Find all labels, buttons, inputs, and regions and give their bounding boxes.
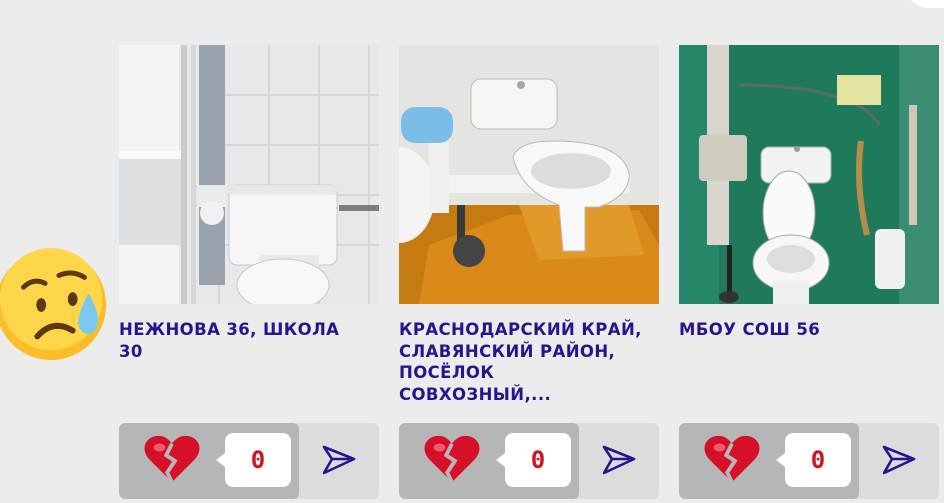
share-button[interactable] (579, 423, 659, 499)
send-icon (882, 445, 916, 475)
reaction-count: 0 (530, 446, 546, 474)
toilet-photo[interactable] (119, 45, 379, 304)
corner-panel (905, 0, 944, 8)
toilet-photo[interactable] (399, 45, 659, 304)
listing-card[interactable]: НЕЖНОВА 36, ШКОЛА 30 0 (119, 45, 379, 500)
reaction-count-box: 0 (496, 433, 571, 487)
card-actions: 0 (399, 423, 659, 499)
send-icon (602, 445, 636, 475)
share-button[interactable] (859, 423, 939, 499)
broken-heart-icon (704, 435, 760, 484)
reaction-count: 0 (810, 446, 826, 474)
share-button[interactable] (299, 423, 379, 499)
listing-card[interactable]: МБОУ СОШ 56 0 (679, 45, 939, 500)
reaction-button[interactable]: 0 (679, 423, 859, 499)
card-title[interactable]: НЕЖНОВА 36, ШКОЛА 30 (119, 319, 369, 362)
card-title[interactable]: КРАСНОДАРСКИЙ КРАЙ, СЛАВЯНСКИЙ РАЙОН, ПО… (399, 319, 649, 405)
sad-sweat-face-icon (0, 247, 107, 361)
broken-heart-icon (424, 435, 480, 484)
listing-card[interactable]: КРАСНОДАРСКИЙ КРАЙ, СЛАВЯНСКИЙ РАЙОН, ПО… (399, 45, 659, 500)
reaction-count-box: 0 (216, 433, 291, 487)
card-actions: 0 (679, 423, 939, 499)
reaction-count-box: 0 (776, 433, 851, 487)
send-icon (322, 445, 356, 475)
toilet-photo[interactable] (679, 45, 939, 304)
reaction-button[interactable]: 0 (399, 423, 579, 499)
card-title[interactable]: МБОУ СОШ 56 (679, 319, 929, 341)
reaction-button[interactable]: 0 (119, 423, 299, 499)
reaction-count: 0 (250, 446, 266, 474)
broken-heart-icon (144, 435, 200, 484)
card-actions: 0 (119, 423, 379, 499)
